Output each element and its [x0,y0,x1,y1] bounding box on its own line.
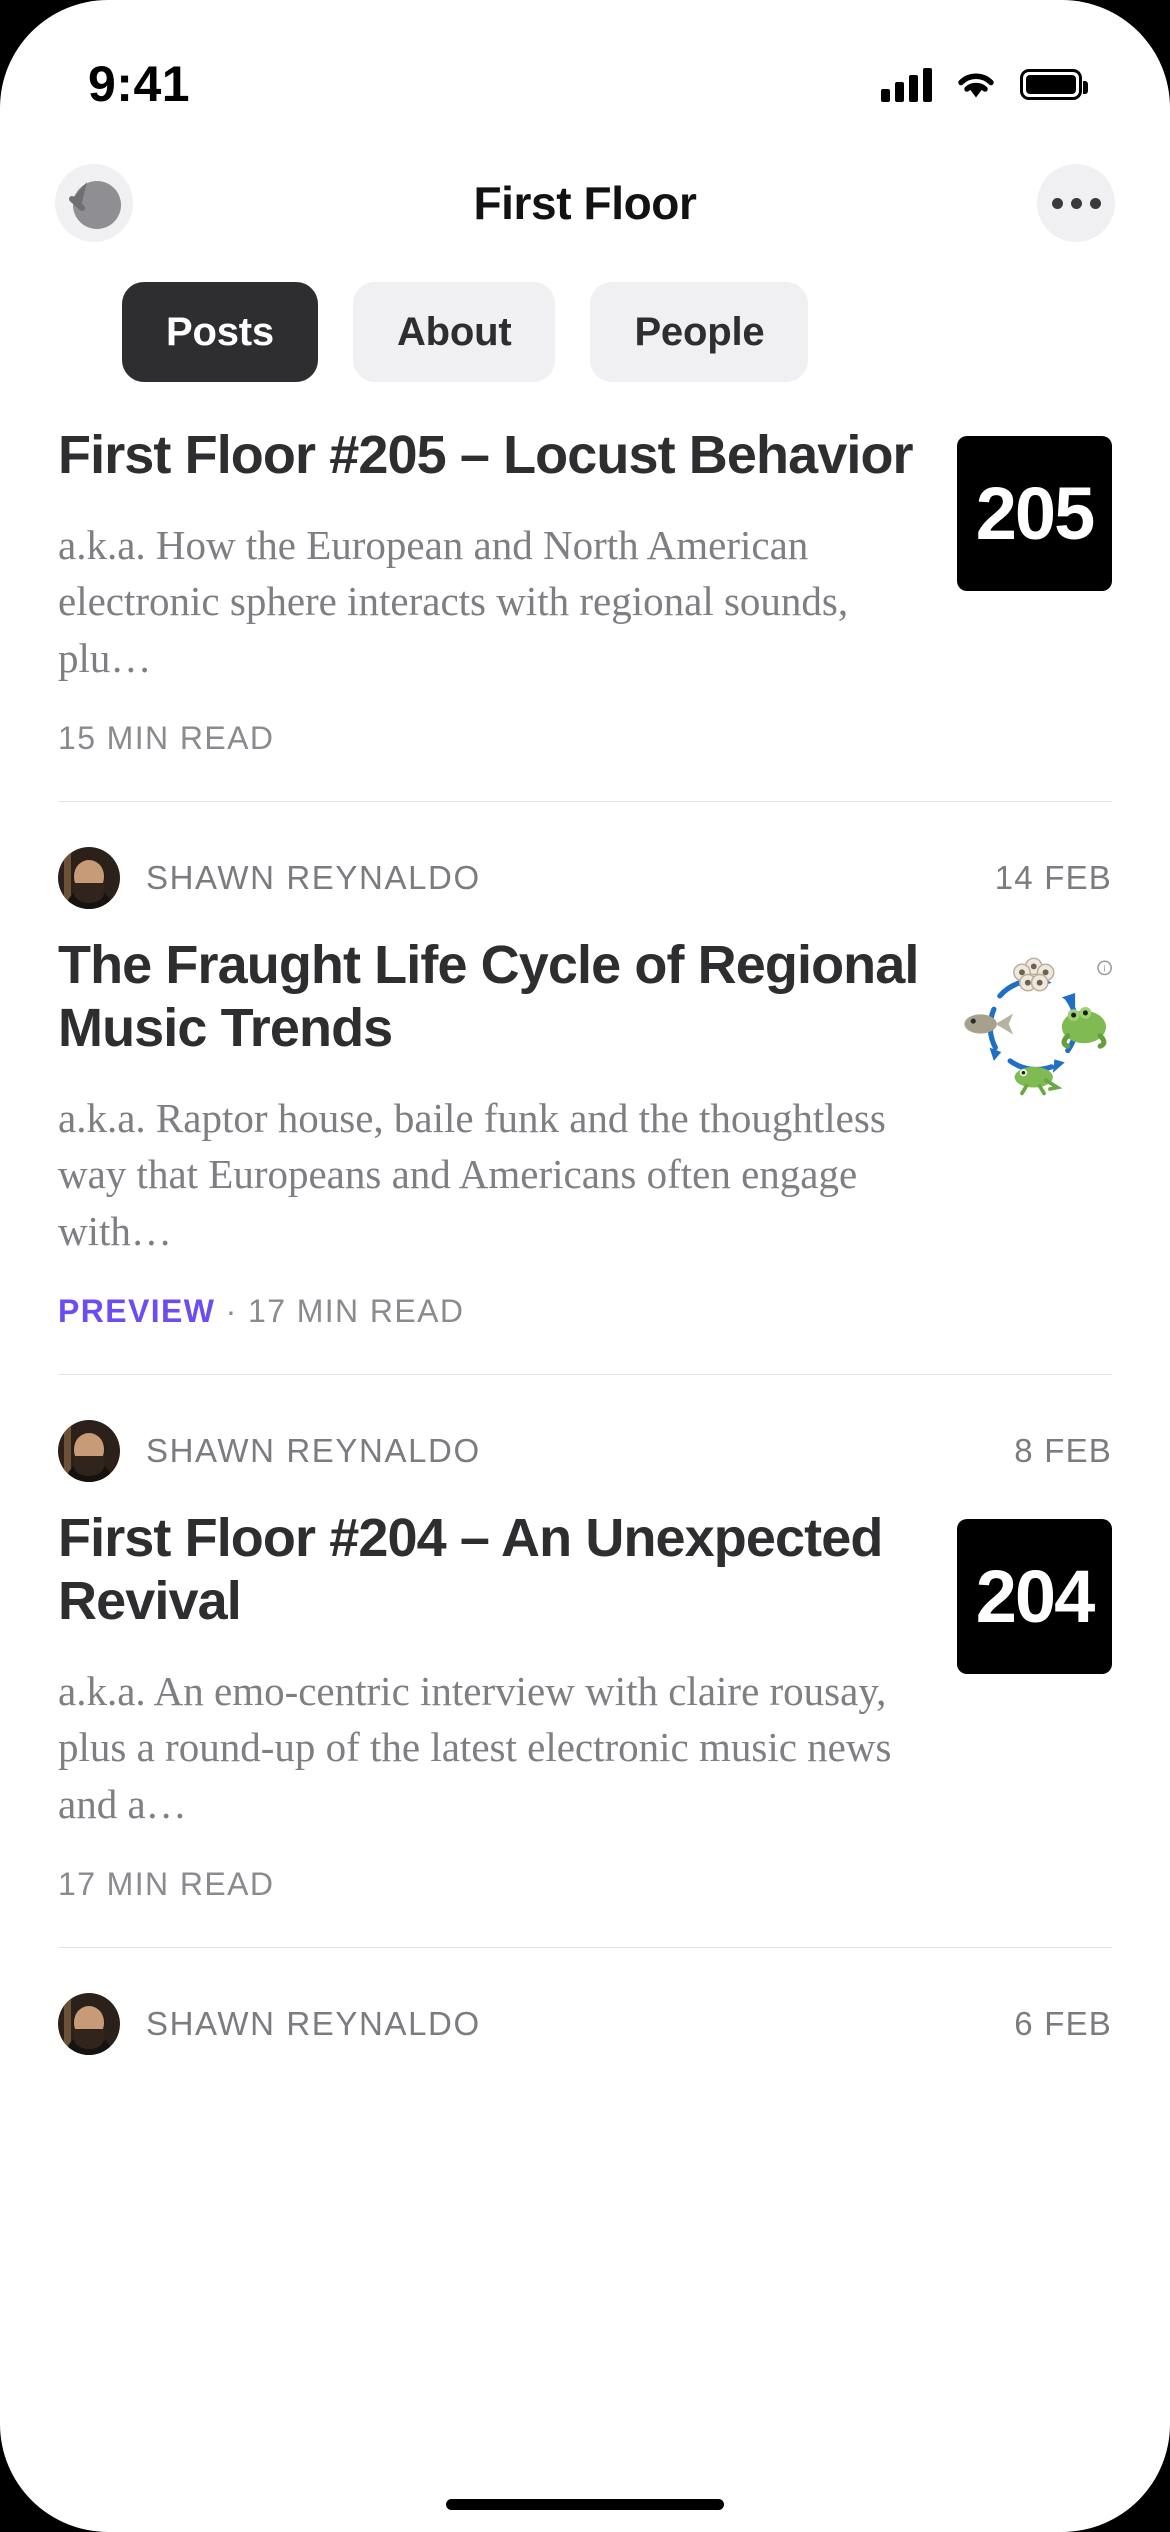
status-bar-time: 9:41 [88,56,191,112]
post-item[interactable]: SHAWN REYNALDO 14 FEB The Fraught Life C… [0,842,1170,1330]
post-item[interactable]: SHAWN REYNALDO 8 FEB First Floor #204 – … [0,1415,1170,1903]
home-indicator [446,2499,724,2510]
post-item[interactable]: First Floor #205 – Locust Behavior a.k.a… [0,404,1170,757]
back-arrow-icon [69,181,121,229]
post-thumbnail[interactable]: 205 [957,436,1112,591]
post-header: SHAWN REYNALDO 6 FEB [58,1988,1112,2060]
post-read-time: 15 MIN READ [58,720,275,757]
page-title: First Floor [473,177,697,229]
post-feed[interactable]: First Floor #205 – Locust Behavior a.k.a… [0,404,1170,2532]
post-meta: 15 MIN READ [58,720,929,757]
post-divider [58,1374,1112,1376]
post-item[interactable]: SHAWN REYNALDO 6 FEB [0,1988,1170,2060]
avatar [58,1993,120,2056]
post-author: SHAWN REYNALDO [146,1432,481,1470]
post-description: a.k.a. Raptor house, baile funk and the … [58,1094,886,1254]
cellular-signal-icon [881,66,932,102]
post-date: 14 FEB [994,859,1112,897]
battery-full-icon [1020,68,1088,100]
avatar [58,1420,120,1483]
more-options-icon [1051,197,1101,209]
avatar [58,847,120,910]
phone-screen: 9:41 First Floor Posts About People Firs… [0,0,1170,2532]
post-divider [58,1947,1112,1949]
tab-people[interactable]: People [590,282,809,382]
post-meta: 17 MIN READ [58,1866,929,1903]
post-date: 8 FEB [1014,1432,1112,1470]
status-bar: 9:41 [0,0,1170,140]
post-thumbnail[interactable]: 204 [957,1519,1112,1675]
post-title[interactable]: First Floor #205 – Locust Behavior [58,424,929,487]
post-description: a.k.a. How the European and North Americ… [58,521,849,681]
post-description: a.k.a. An emo-centric interview with cla… [58,1667,892,1827]
post-read-time: 17 MIN READ [58,1866,275,1903]
post-date: 6 FEB [1014,2005,1112,2043]
tab-bar: Posts About People [0,282,1170,382]
post-thumbnail[interactable]: i [957,946,1112,1102]
meta-separator: · [215,1293,249,1330]
post-title[interactable]: The Fraught Life Cycle of Regional Music… [58,934,929,1059]
post-read-time: 17 MIN READ [248,1293,465,1330]
tab-posts[interactable]: Posts [122,282,318,382]
post-title[interactable]: First Floor #204 – An Unexpected Revival [58,1507,929,1632]
post-header: SHAWN REYNALDO 14 FEB [58,842,1112,914]
more-options-button[interactable] [1037,164,1115,242]
post-header: SHAWN REYNALDO 8 FEB [58,1415,1112,1487]
frog-life-cycle-illustration: i [964,957,1112,1096]
wifi-icon [954,67,998,101]
post-meta: PREVIEW · 17 MIN READ [58,1293,929,1330]
post-divider [58,801,1112,803]
post-author: SHAWN REYNALDO [146,2005,481,2043]
back-button[interactable] [55,164,133,242]
tab-about[interactable]: About [352,282,556,382]
navigation-bar: First Floor [0,148,1170,258]
preview-badge: PREVIEW [58,1293,216,1330]
post-author: SHAWN REYNALDO [146,859,481,897]
svg-text:i: i [1104,963,1106,973]
